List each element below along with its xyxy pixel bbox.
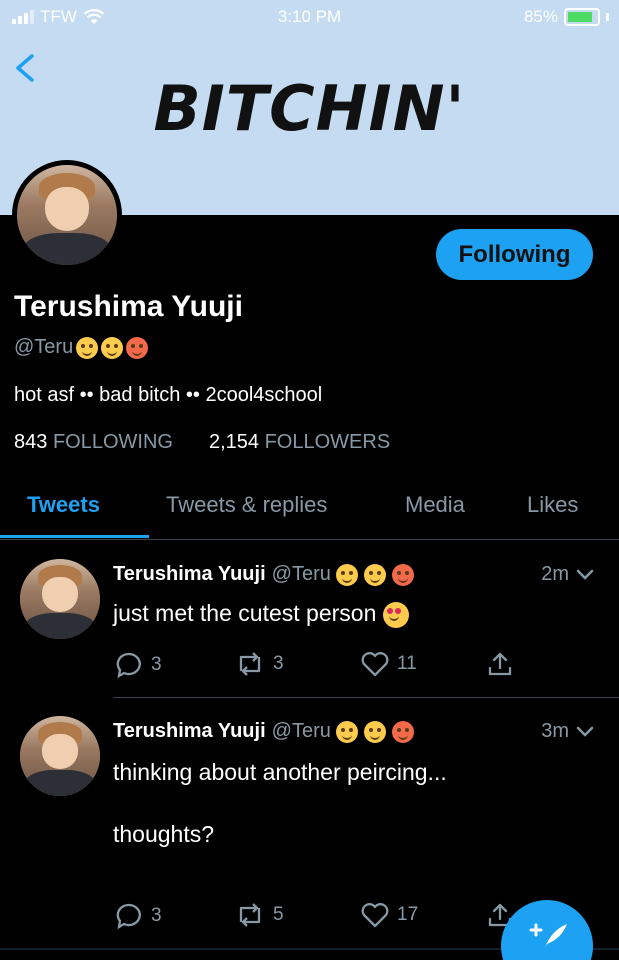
profile-avatar[interactable] xyxy=(12,160,122,270)
tweet-text-content: just met the cutest person xyxy=(113,600,377,626)
retweet-icon xyxy=(239,652,261,676)
hot-face-emoji-icon xyxy=(391,563,414,586)
tweet-avatar[interactable] xyxy=(20,716,100,796)
heart-icon xyxy=(361,903,389,928)
tweet-text: just met the cutest person xyxy=(113,599,409,629)
tab-tweets-replies[interactable]: Tweets & replies xyxy=(166,492,327,518)
profile-handle: @Teru xyxy=(14,336,149,359)
followers-stat[interactable]: 2,154 FOLLOWERS xyxy=(209,431,390,454)
squint-tongue-emoji-icon xyxy=(363,563,386,586)
tweet-avatar[interactable] xyxy=(20,559,100,639)
tweet-author: Terushima Yuuji @Teru xyxy=(113,563,414,586)
tweet-meta: 3m xyxy=(541,720,595,743)
retweet-count: 3 xyxy=(273,653,284,674)
reply-count: 3 xyxy=(151,905,162,926)
following-stat[interactable]: 843 FOLLOWING xyxy=(14,431,173,454)
heart-icon xyxy=(361,652,389,677)
tab-media[interactable]: Media xyxy=(405,492,465,518)
reply-button[interactable]: 3 xyxy=(115,902,162,930)
hot-face-emoji-icon xyxy=(391,720,414,743)
heart-eyes-emoji-icon xyxy=(382,601,409,628)
following-count: 843 xyxy=(14,431,48,453)
like-count: 17 xyxy=(397,904,419,925)
chevron-down-icon[interactable] xyxy=(575,725,595,739)
followers-label: FOLLOWERS xyxy=(264,431,391,453)
wink-emoji-icon xyxy=(336,563,359,586)
like-button[interactable]: 17 xyxy=(361,902,418,928)
tweet-author-handle: @Teru xyxy=(271,563,331,585)
retweet-button[interactable]: 5 xyxy=(235,902,284,928)
compose-tweet-button[interactable] xyxy=(501,900,593,960)
share-button[interactable] xyxy=(487,651,513,677)
following-button[interactable]: Following xyxy=(436,229,593,280)
hot-face-emoji-icon xyxy=(126,336,149,359)
wink-emoji-icon xyxy=(76,336,99,359)
status-right: 85% xyxy=(524,7,609,27)
handle-text: @Teru xyxy=(14,336,74,358)
tweet[interactable]: Terushima Yuuji @Teru 2m just met the cut… xyxy=(0,541,619,697)
tweet-text-line1: thinking about another peircing... xyxy=(113,759,447,785)
following-label: FOLLOWING xyxy=(52,431,173,453)
tweet-author-name: Terushima Yuuji xyxy=(113,563,266,585)
squint-tongue-emoji-icon xyxy=(363,720,386,743)
tweet-meta: 2m xyxy=(541,563,595,586)
tweet-author-handle: @Teru xyxy=(271,720,331,742)
tweet-author: Terushima Yuuji @Teru xyxy=(113,720,414,743)
retweet-icon xyxy=(239,903,261,927)
battery-tip xyxy=(606,13,609,21)
tweet-time: 3m xyxy=(541,720,569,742)
tweet-text-line2: thoughts? xyxy=(113,821,215,847)
profile-tabs: Tweets Tweets & replies Media Likes xyxy=(0,478,619,540)
active-tab-indicator xyxy=(0,535,149,538)
reply-button[interactable]: 3 xyxy=(115,651,162,679)
tweet-actions: 3 3 11 xyxy=(115,651,515,681)
tweet-actions: 3 5 17 xyxy=(115,902,515,932)
wink-emoji-icon xyxy=(336,720,359,743)
retweet-count: 5 xyxy=(273,904,284,925)
battery-icon xyxy=(564,8,600,26)
profile-bio: hot asf •• bad bitch •• 2cool4school xyxy=(14,384,323,406)
chevron-down-icon[interactable] xyxy=(575,568,595,582)
battery-percent: 85% xyxy=(523,7,558,26)
tweet-author-name: Terushima Yuuji xyxy=(113,720,266,742)
reply-count: 3 xyxy=(151,654,162,675)
retweet-button[interactable]: 3 xyxy=(235,651,284,677)
reply-icon xyxy=(116,652,141,679)
tab-tweets[interactable]: Tweets xyxy=(27,492,100,518)
tweet-time: 2m xyxy=(541,563,569,585)
status-bar: TFW 3:10 PM 85% xyxy=(0,0,619,34)
squint-tongue-emoji-icon xyxy=(101,336,124,359)
like-count: 11 xyxy=(397,653,417,674)
compose-feather-icon xyxy=(529,923,567,948)
reply-icon xyxy=(116,903,141,930)
profile-display-name: Terushima Yuuji xyxy=(14,290,243,323)
share-icon xyxy=(488,652,512,676)
profile-stats: 843 FOLLOWING 2,154 FOLLOWERS xyxy=(14,431,390,454)
followers-count: 2,154 xyxy=(208,431,260,453)
like-button[interactable]: 11 xyxy=(361,651,417,677)
banner-title: BITCHIN' xyxy=(153,72,466,145)
tab-likes[interactable]: Likes xyxy=(527,492,578,518)
